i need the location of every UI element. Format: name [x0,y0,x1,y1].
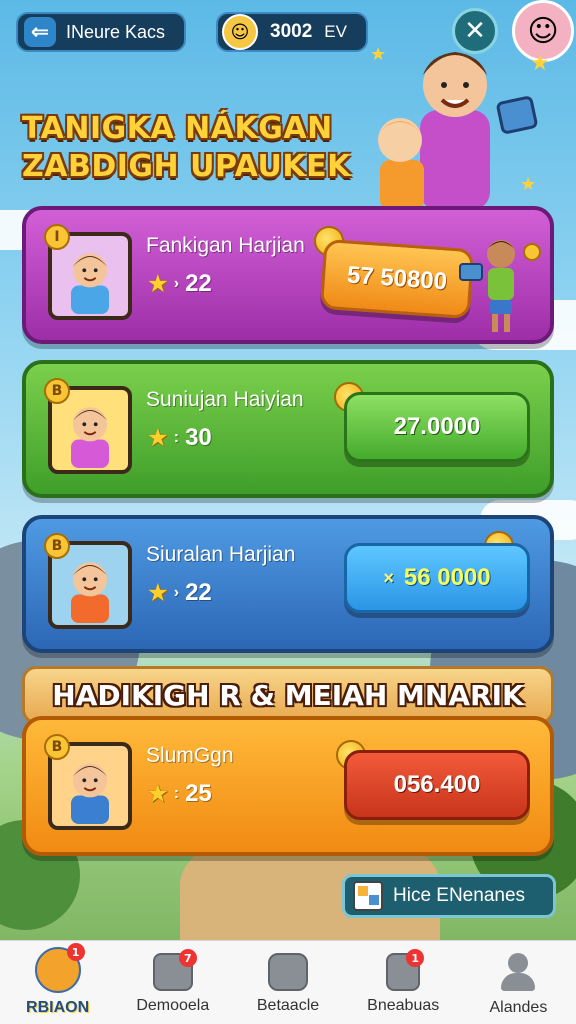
reward-button[interactable]: 056.400 [344,750,530,820]
card-title: Siuralan Harjian [146,543,296,566]
coin-badge: I [44,224,70,250]
star-value: 22 [185,270,212,297]
reward-card-2[interactable]: B Suniujan Haiyian ★ : 30 27.0000 [22,360,554,498]
back-label: INeure Kacs [66,21,166,42]
separator: : [173,429,180,446]
hero-illustration: ★ ★ ★ [370,44,550,210]
star-count: ★ › 22 [148,270,212,298]
separator: › [173,584,180,601]
star-value: 25 [185,780,212,807]
nav-item-calculator[interactable]: 1 Bneabuas [346,941,461,1024]
nav-label: Bneabuas [367,997,440,1014]
reward-button[interactable]: × 56 0000 [344,543,530,613]
star-icon: ★ [148,781,168,806]
reward-prefix: × [383,567,394,588]
calculator-icon: 1 [386,949,425,991]
reward-card-1[interactable]: I Fankigan Harjian ★ › 22 57 50800 [22,206,554,344]
notification-badge: 1 [406,949,425,967]
nav-label: Demooela [136,997,210,1014]
reward-value: 056.400 [393,771,481,798]
coin-badge: B [44,734,70,760]
page-title: TANIGKA NÁKGAN ZABDIGH UPAUKEK [22,110,352,186]
star-value: 30 [185,424,212,451]
separator: : [173,785,180,802]
star-icon: ★ [148,425,168,450]
kid-illustration [459,240,541,332]
star-icon: ★ [148,580,168,605]
coin-avatar-icon: ☺ [222,14,258,50]
arrow-left-icon: ⇐ [24,17,56,47]
star-count: ★ : 25 [148,780,212,808]
currency-value: 3002 [270,21,313,42]
nav-item-home[interactable]: 1 RBIAON [0,941,115,1024]
nav-item-profile[interactable]: Alandes [461,941,576,1024]
svg-text:★: ★ [530,51,550,76]
inbox-icon: 7 [152,949,197,991]
currency-display: ☺ 3002 EV [216,12,368,52]
hint-button[interactable]: Hice ENenanes [342,874,556,918]
currency-unit: EV [324,22,347,41]
title-line-1: TANIGKA NÁKGAN [22,111,333,146]
star-icon: ★ [148,271,168,296]
nav-item-tv[interactable]: Betaacle [230,941,345,1024]
title-line-2: ZABDIGH UPAUKEK [22,149,351,184]
reward-value: 57 50800 [346,261,448,296]
star-count: ★ › 22 [148,579,212,607]
card-title: Suniujan Haiyian [146,388,304,411]
back-button[interactable]: ⇐ INeure Kacs [16,12,186,52]
notification-badge: 1 [66,943,85,961]
bottom-nav: 1 RBIAON 7 Demooela Betaacle 1 Bneabuas … [0,940,576,1024]
card-title: SlumGgn [146,744,234,767]
person-icon [498,953,538,993]
avatar-icon: 1 [34,943,85,993]
reward-card-4[interactable]: B SlumGgn ★ : 25 056.400 [22,716,554,856]
nav-label: RBIAON [26,999,90,1016]
tv-icon [268,953,308,991]
hint-label: Hice ENenanes [393,885,526,906]
coin-badge: B [44,533,70,559]
reward-card-3[interactable]: B Siuralan Harjian ★ › 22 × 56 0000 [22,515,554,653]
card-icon [353,881,383,911]
reward-button[interactable]: 27.0000 [344,392,530,462]
coin-badge: B [44,378,70,404]
reward-value: 56 0000 [403,564,491,591]
svg-text:★: ★ [370,44,386,65]
nav-item-inbox[interactable]: 7 Demooela [115,941,230,1024]
star-count: ★ : 30 [148,424,212,452]
reward-value: 27.0000 [393,413,481,440]
separator: › [173,275,180,292]
nav-label: Betaacle [256,997,320,1014]
svg-text:★: ★ [520,174,536,195]
reward-button[interactable]: 57 50800 [319,238,475,320]
nav-label: Alandes [489,999,548,1016]
card-title: Fankigan Harjian [146,234,305,257]
notification-badge: 7 [178,949,197,967]
star-value: 22 [185,579,212,606]
